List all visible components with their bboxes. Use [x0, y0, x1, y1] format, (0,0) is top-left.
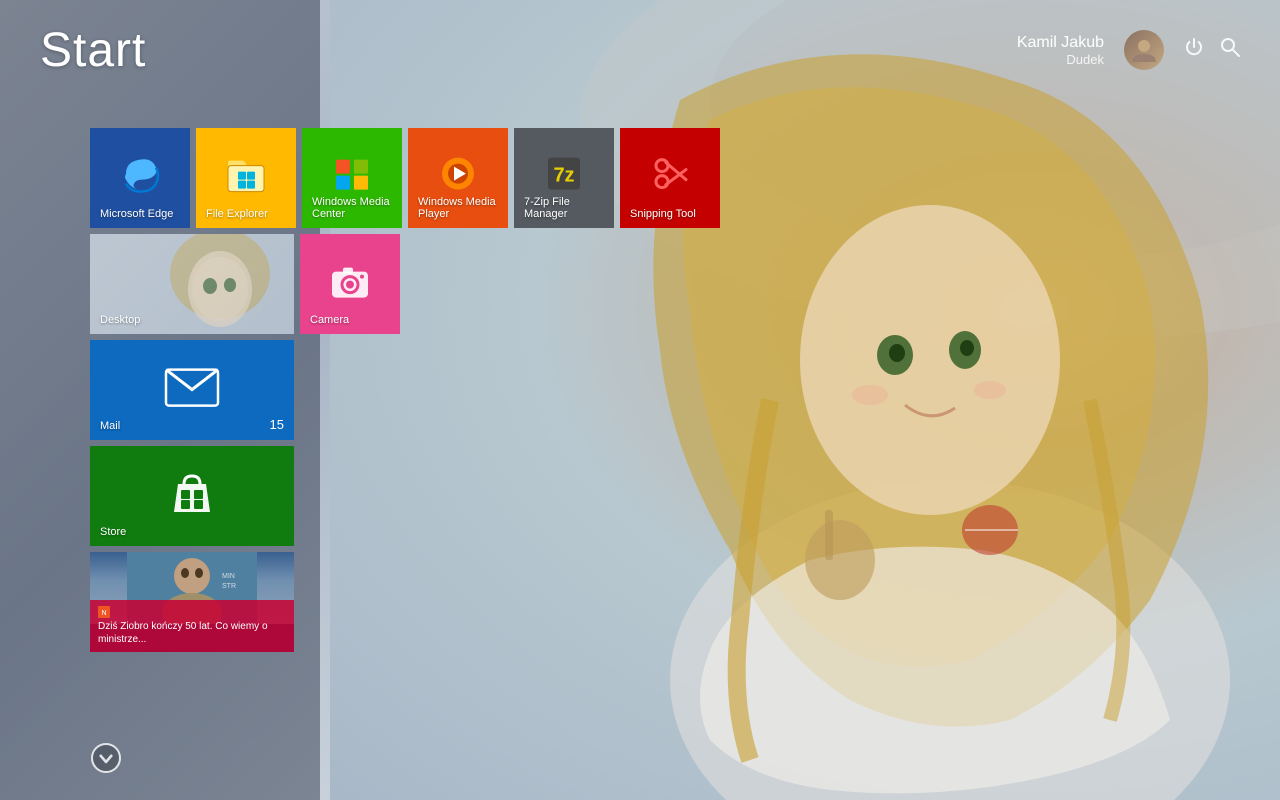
news-overlay: N Dziś Ziobro kończy 50 lat. Co wiemy o … [90, 600, 294, 652]
avatar-icon [1130, 36, 1158, 64]
tiles-row-1: Microsoft Edge File Explorer [90, 128, 720, 228]
news-source: N [98, 606, 286, 618]
wmc-icon [330, 152, 374, 196]
mail-logo [162, 364, 222, 408]
7zip-icon: 7z [542, 152, 586, 196]
tiles-row-5: MIN STR N Dziś Ziobro kończy 50 lat. Co … [90, 552, 720, 652]
news-text: Dziś Ziobro kończy 50 lat. Co wiemy o mi… [98, 620, 286, 646]
user-info: Kamil Jakub Dudek [1017, 34, 1104, 67]
user-section: Kamil Jakub Dudek [1017, 30, 1240, 70]
explorer-label: File Explorer [206, 208, 268, 220]
desktop-label: Desktop [100, 314, 140, 326]
svg-text:STR: STR [222, 583, 236, 590]
edge-icon [118, 152, 162, 196]
edge-label: Microsoft Edge [100, 208, 173, 220]
svg-text:N: N [101, 610, 106, 617]
scroll-indicator[interactable] [90, 742, 122, 780]
tile-desktop[interactable]: Desktop [90, 234, 294, 334]
explorer-icon [224, 152, 268, 196]
snipping-label: Snipping Tool [630, 208, 696, 220]
7zip-label: 7-Zip File Manager [524, 196, 604, 220]
avatar[interactable] [1124, 30, 1164, 70]
wmp-icon [436, 152, 480, 196]
search-button[interactable] [1220, 37, 1240, 63]
tile-snipping-tool[interactable]: Snipping Tool [620, 128, 720, 228]
store-logo [166, 466, 218, 516]
svg-text:MIN: MIN [222, 573, 235, 580]
wmp-logo [436, 152, 480, 196]
store-label: Store [100, 526, 126, 538]
mail-icon [162, 364, 222, 408]
user-name: Kamil Jakub [1017, 34, 1104, 52]
user-subtitle: Dudek [1017, 52, 1104, 67]
camera-label: Camera [310, 314, 349, 326]
scroll-down-icon [90, 742, 122, 774]
power-icon [1184, 37, 1204, 57]
camera-icon [328, 258, 372, 302]
wmc-label: Windows Media Center [312, 196, 392, 220]
search-icon [1220, 37, 1240, 57]
folder-icon [224, 152, 268, 196]
tiles-row-4: Store [90, 446, 720, 546]
tiles-row-2: Desktop Camera [90, 234, 720, 334]
tile-7zip[interactable]: 7z 7-Zip File Manager [514, 128, 614, 228]
snipping-icon [648, 152, 692, 196]
wmc-logo [330, 152, 374, 196]
camera-logo [328, 258, 372, 302]
mail-label: Mail [100, 420, 120, 432]
tile-file-explorer[interactable]: File Explorer [196, 128, 296, 228]
tile-windows-media-center[interactable]: Windows Media Center [302, 128, 402, 228]
tile-mail[interactable]: Mail 15 [90, 340, 294, 440]
page-title: Start [40, 23, 146, 78]
edge-logo [118, 152, 162, 196]
7zip-logo: 7z [542, 152, 586, 196]
tiles-container: Microsoft Edge File Explorer [90, 128, 720, 652]
tile-windows-media-player[interactable]: Windows Media Player [408, 128, 508, 228]
tile-camera[interactable]: Camera [300, 234, 400, 334]
tile-news[interactable]: MIN STR N Dziś Ziobro kończy 50 lat. Co … [90, 552, 294, 652]
header: Start Kamil Jakub Dudek [0, 0, 1280, 100]
tile-store[interactable]: Store [90, 446, 294, 546]
mail-badge: 15 [270, 417, 284, 432]
power-button[interactable] [1184, 37, 1204, 63]
tiles-row-3: Mail 15 [90, 340, 720, 440]
wmp-label: Windows Media Player [418, 196, 498, 220]
snipping-logo [648, 152, 692, 196]
tile-microsoft-edge[interactable]: Microsoft Edge [90, 128, 190, 228]
news-source-icon: N [98, 606, 110, 618]
store-icon [166, 466, 218, 516]
svg-text:7z: 7z [553, 165, 574, 187]
header-controls [1184, 37, 1240, 63]
